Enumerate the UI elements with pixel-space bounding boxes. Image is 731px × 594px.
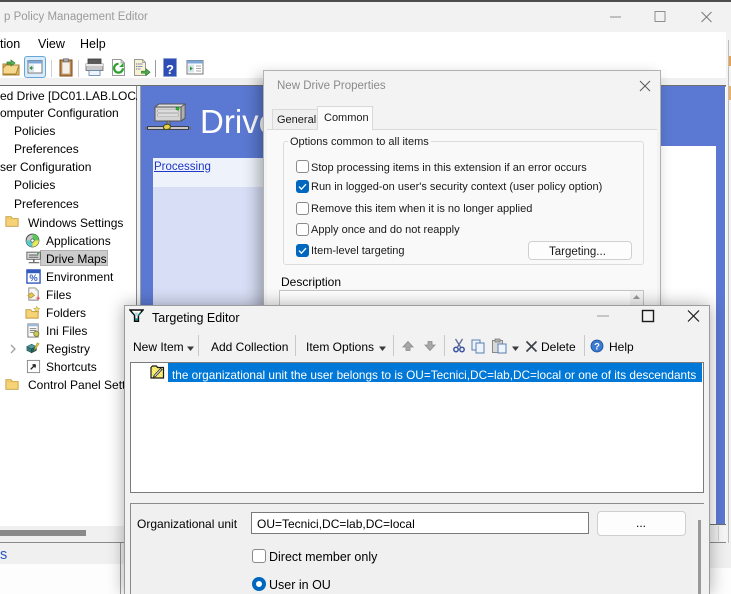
svg-text:?: ? [594,342,600,353]
svg-text:%: % [29,273,38,283]
svg-text:+: + [36,294,41,302]
